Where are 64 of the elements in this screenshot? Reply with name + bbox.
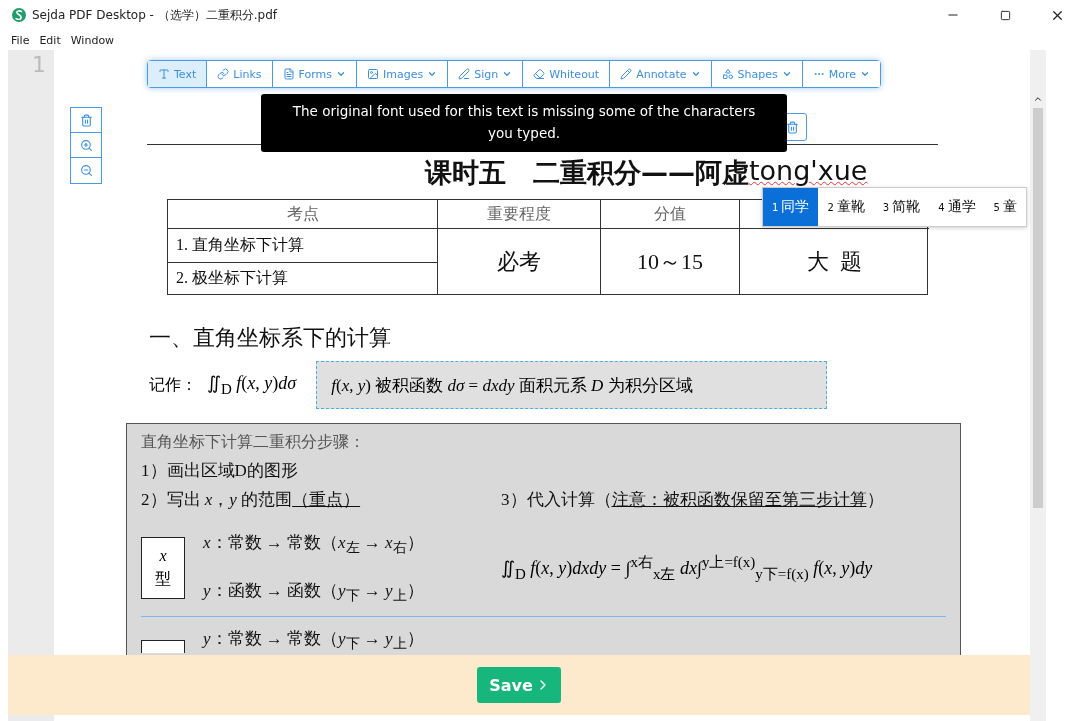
ime-candidate[interactable]: 5 童 (984, 188, 1026, 226)
notation-label: 记作： (149, 374, 197, 395)
eraser-icon (533, 68, 546, 80)
table-header: 重要程度 (438, 200, 601, 229)
toolbar-tab[interactable]: More (802, 61, 880, 87)
step-text: 1）画出区域D的图形 (141, 460, 299, 482)
ime-candidate[interactable]: 4 通学 (929, 188, 985, 226)
table-cell: 2. 极坐标下计算 (168, 263, 438, 294)
range-text: y：常数 → 常数（y$_{下}$ → y$_{上}$） (203, 627, 424, 654)
type-variable: x (159, 546, 167, 565)
table-cell: 10～15 (601, 229, 740, 294)
type-box (141, 640, 185, 654)
table-cell-text: 大 题 (806, 247, 863, 276)
signature-icon (458, 68, 471, 80)
typed-text[interactable]: tong'xue (749, 155, 868, 191)
ime-candidate[interactable]: 3 简靴 (873, 188, 930, 226)
toolbar-tab[interactable]: Links (207, 61, 273, 87)
emphasis-text: （重点） (292, 489, 361, 511)
document-title: 课时五 二重积分——阿虚 (425, 156, 749, 190)
table-cell: 1. 直角坐标下计算 (168, 229, 438, 263)
toolbar-tab[interactable]: Shapes (711, 61, 803, 87)
toolbar-tab[interactable]: Forms (272, 61, 357, 87)
trash-icon (79, 113, 93, 127)
section-heading: 一、直角坐标系下的计算 (149, 324, 392, 352)
selected-text-box[interactable]: f(x, y) 被积函数 dσ = dxdy 面积元系 D 为积分区域 (316, 361, 828, 409)
form-icon (282, 68, 295, 80)
maximize-icon (999, 9, 1011, 21)
zoom-in-icon (79, 138, 93, 152)
range-text: y：函数 → 函数（y$_{下}$ → y$_{上}$） (203, 580, 424, 606)
text-cursor-icon (158, 68, 170, 80)
scroll-up-icon (1033, 94, 1043, 104)
range-text: x：常数 → 常数（x$_{左}$ → x$_{右}$） (203, 532, 424, 558)
trash-icon (785, 120, 799, 134)
toolbar-tab[interactable]: Text (148, 61, 208, 87)
type-label: 型 (155, 568, 171, 589)
table-header: 分值 (601, 200, 740, 229)
step-text: ） (866, 489, 884, 511)
ime-candidate[interactable]: 2 童靴 (818, 188, 874, 226)
pencil-icon (620, 68, 633, 80)
step-text: 2）写出 x，y 的范围 (141, 489, 293, 511)
toolbar-tab[interactable]: Annotate (610, 61, 712, 87)
save-button[interactable]: Save (477, 667, 561, 703)
steps-intro: 直角坐标下计算二重积分步骤： (141, 432, 366, 452)
warning-tooltip: The original font used for this text is missing some of the characters you typed. (261, 94, 787, 152)
toolbar-tab[interactable]: Images (356, 61, 449, 87)
scrollbar[interactable] (1030, 50, 1046, 721)
menu-item[interactable]: Edit (39, 33, 61, 47)
step-text: 3）代入计算（ (501, 489, 612, 511)
toolbar-tab[interactable]: Sign (448, 61, 524, 87)
window-title: Sejda PDF Desktop - （选学）二重积分.pdf (32, 6, 279, 24)
image-icon (366, 68, 379, 80)
menu-item[interactable]: Window (70, 33, 115, 47)
shapes-icon (721, 68, 734, 80)
ime-candidate[interactable]: 1 同学 (763, 188, 819, 226)
toolbar-tab[interactable]: Whiteout (523, 61, 611, 87)
app-logo-icon (12, 8, 26, 22)
table-cell: 必考 (438, 229, 601, 294)
emphasis-text: 注意：被积函数保留至第三步计算 (611, 489, 867, 511)
link-icon (217, 68, 230, 80)
integral-formula: ∬$_{D}$ f(x, y)dσ (207, 372, 297, 398)
menu-item[interactable]: File (11, 33, 30, 47)
iterated-integral-formula: ∬$_{D}$ f(x, y)dxdy = ∫$^{x右}$$_{x左}$ dx∫$^{y上=f(x)}$$_{y下=f(x)}$ f(x, y)dy (501, 553, 874, 584)
table-header: 考点 (168, 200, 438, 229)
zoom-out-icon (79, 164, 93, 177)
